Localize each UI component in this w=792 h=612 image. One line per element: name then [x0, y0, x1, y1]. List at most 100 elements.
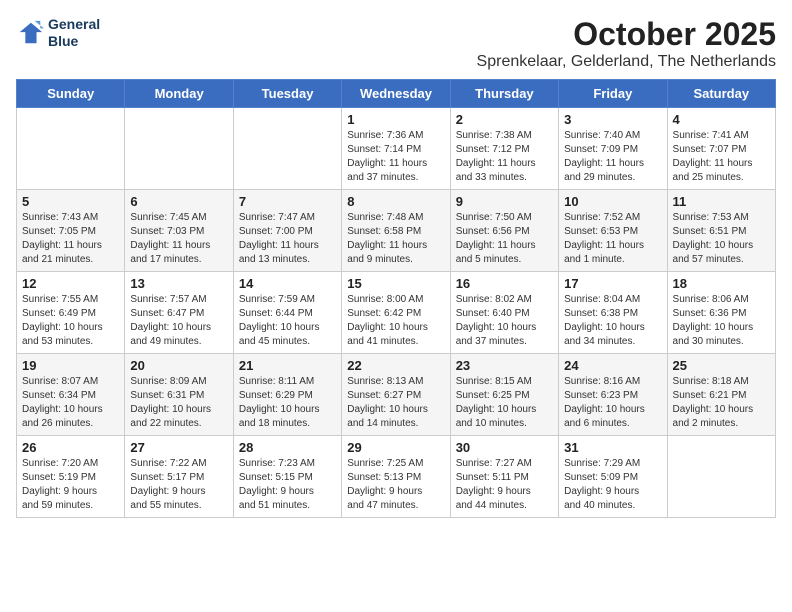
- day-number: 29: [347, 440, 444, 455]
- calendar-cell: 6 Sunrise: 7:45 AM Sunset: 7:03 PM Daylig…: [125, 190, 233, 272]
- calendar-cell: 12 Sunrise: 7:55 AM Sunset: 6:49 PM Dayli…: [17, 272, 125, 354]
- weekday-header-cell: Saturday: [667, 80, 775, 108]
- day-number: 8: [347, 194, 444, 209]
- day-number: 14: [239, 276, 336, 291]
- day-info: Sunrise: 7:43 AM Sunset: 7:05 PM Dayligh…: [22, 211, 119, 267]
- day-info: Sunrise: 8:13 AM Sunset: 6:27 PM Dayligh…: [347, 375, 444, 431]
- day-number: 26: [22, 440, 119, 455]
- day-number: 7: [239, 194, 336, 209]
- day-number: 13: [130, 276, 227, 291]
- page-header: General Blue October 2025 Sprenkelaar, G…: [16, 16, 776, 71]
- calendar-cell: [17, 108, 125, 190]
- calendar-cell: 26 Sunrise: 7:20 AM Sunset: 5:19 PM Dayli…: [17, 436, 125, 518]
- day-number: 10: [564, 194, 661, 209]
- calendar-cell: 30Sunrise: 7:27 AM Sunset: 5:11 PM Dayli…: [450, 436, 558, 518]
- day-info: Sunrise: 8:16 AM Sunset: 6:23 PM Dayligh…: [564, 375, 661, 431]
- weekday-header-cell: Monday: [125, 80, 233, 108]
- calendar-table: SundayMondayTuesdayWednesdayThursdayFrid…: [16, 79, 776, 518]
- day-info: Sunrise: 8:18 AM Sunset: 6:21 PM Dayligh…: [673, 375, 770, 431]
- weekday-header-row: SundayMondayTuesdayWednesdayThursdayFrid…: [17, 80, 776, 108]
- weekday-header-cell: Thursday: [450, 80, 558, 108]
- day-number: 25: [673, 358, 770, 373]
- calendar-cell: 21 Sunrise: 8:11 AM Sunset: 6:29 PM Dayli…: [233, 354, 341, 436]
- calendar-cell: 28 Sunrise: 7:23 AM Sunset: 5:15 PM Dayli…: [233, 436, 341, 518]
- month-title: October 2025: [477, 16, 776, 53]
- calendar-cell: 1Sunrise: 7:36 AM Sunset: 7:14 PM Daylig…: [342, 108, 450, 190]
- day-number: 20: [130, 358, 227, 373]
- calendar-cell: 20Sunrise: 8:09 AM Sunset: 6:31 PM Dayli…: [125, 354, 233, 436]
- day-number: 23: [456, 358, 553, 373]
- day-info: Sunrise: 7:48 AM Sunset: 6:58 PM Dayligh…: [347, 211, 444, 267]
- calendar-week-row: 12 Sunrise: 7:55 AM Sunset: 6:49 PM Dayli…: [17, 272, 776, 354]
- weekday-header-cell: Sunday: [17, 80, 125, 108]
- day-number: 4: [673, 112, 770, 127]
- calendar-cell: 7 Sunrise: 7:47 AM Sunset: 7:00 PM Daylig…: [233, 190, 341, 272]
- day-info: Sunrise: 8:15 AM Sunset: 6:25 PM Dayligh…: [456, 375, 553, 431]
- logo-icon: [16, 19, 44, 47]
- day-number: 30: [456, 440, 553, 455]
- calendar-cell: 4Sunrise: 7:41 AM Sunset: 7:07 PM Daylig…: [667, 108, 775, 190]
- day-info: Sunrise: 7:23 AM Sunset: 5:15 PM Dayligh…: [239, 457, 336, 513]
- day-number: 17: [564, 276, 661, 291]
- day-number: 19: [22, 358, 119, 373]
- day-number: 11: [673, 194, 770, 209]
- calendar-cell: 17 Sunrise: 8:04 AM Sunset: 6:38 PM Dayli…: [559, 272, 667, 354]
- calendar-cell: 31 Sunrise: 7:29 AM Sunset: 5:09 PM Dayli…: [559, 436, 667, 518]
- day-info: Sunrise: 7:22 AM Sunset: 5:17 PM Dayligh…: [130, 457, 227, 513]
- day-info: Sunrise: 7:25 AM Sunset: 5:13 PM Dayligh…: [347, 457, 444, 513]
- calendar-cell: 2Sunrise: 7:38 AM Sunset: 7:12 PM Daylig…: [450, 108, 558, 190]
- calendar-week-row: 26 Sunrise: 7:20 AM Sunset: 5:19 PM Dayli…: [17, 436, 776, 518]
- day-number: 22: [347, 358, 444, 373]
- day-info: Sunrise: 7:47 AM Sunset: 7:00 PM Dayligh…: [239, 211, 336, 267]
- calendar-cell: 11Sunrise: 7:53 AM Sunset: 6:51 PM Dayli…: [667, 190, 775, 272]
- calendar-week-row: 19Sunrise: 8:07 AM Sunset: 6:34 PM Dayli…: [17, 354, 776, 436]
- day-number: 16: [456, 276, 553, 291]
- calendar-week-row: 1Sunrise: 7:36 AM Sunset: 7:14 PM Daylig…: [17, 108, 776, 190]
- day-number: 2: [456, 112, 553, 127]
- weekday-header-cell: Wednesday: [342, 80, 450, 108]
- calendar-cell: 14 Sunrise: 7:59 AM Sunset: 6:44 PM Dayli…: [233, 272, 341, 354]
- day-number: 9: [456, 194, 553, 209]
- calendar-cell: [667, 436, 775, 518]
- calendar-cell: [233, 108, 341, 190]
- logo: General Blue: [16, 16, 100, 50]
- day-number: 3: [564, 112, 661, 127]
- day-number: 27: [130, 440, 227, 455]
- day-number: 21: [239, 358, 336, 373]
- day-info: Sunrise: 7:59 AM Sunset: 6:44 PM Dayligh…: [239, 293, 336, 349]
- day-number: 28: [239, 440, 336, 455]
- calendar-cell: [125, 108, 233, 190]
- day-info: Sunrise: 8:04 AM Sunset: 6:38 PM Dayligh…: [564, 293, 661, 349]
- day-info: Sunrise: 7:20 AM Sunset: 5:19 PM Dayligh…: [22, 457, 119, 513]
- calendar-cell: 23 Sunrise: 8:15 AM Sunset: 6:25 PM Dayli…: [450, 354, 558, 436]
- calendar-cell: 9 Sunrise: 7:50 AM Sunset: 6:56 PM Daylig…: [450, 190, 558, 272]
- calendar-cell: 29 Sunrise: 7:25 AM Sunset: 5:13 PM Dayli…: [342, 436, 450, 518]
- calendar-cell: 27 Sunrise: 7:22 AM Sunset: 5:17 PM Dayli…: [125, 436, 233, 518]
- day-info: Sunrise: 7:29 AM Sunset: 5:09 PM Dayligh…: [564, 457, 661, 513]
- day-number: 24: [564, 358, 661, 373]
- calendar-cell: 8 Sunrise: 7:48 AM Sunset: 6:58 PM Daylig…: [342, 190, 450, 272]
- day-info: Sunrise: 8:06 AM Sunset: 6:36 PM Dayligh…: [673, 293, 770, 349]
- calendar-cell: 19Sunrise: 8:07 AM Sunset: 6:34 PM Dayli…: [17, 354, 125, 436]
- day-info: Sunrise: 7:55 AM Sunset: 6:49 PM Dayligh…: [22, 293, 119, 349]
- calendar-cell: 24 Sunrise: 8:16 AM Sunset: 6:23 PM Dayli…: [559, 354, 667, 436]
- weekday-header-cell: Friday: [559, 80, 667, 108]
- day-number: 12: [22, 276, 119, 291]
- day-info: Sunrise: 7:57 AM Sunset: 6:47 PM Dayligh…: [130, 293, 227, 349]
- day-info: Sunrise: 7:36 AM Sunset: 7:14 PM Dayligh…: [347, 129, 444, 185]
- logo-text-line2: Blue: [48, 33, 100, 50]
- calendar-cell: 5 Sunrise: 7:43 AM Sunset: 7:05 PM Daylig…: [17, 190, 125, 272]
- calendar-cell: 10Sunrise: 7:52 AM Sunset: 6:53 PM Dayli…: [559, 190, 667, 272]
- day-number: 6: [130, 194, 227, 209]
- location-title: Sprenkelaar, Gelderland, The Netherlands: [477, 53, 776, 71]
- calendar-cell: 13 Sunrise: 7:57 AM Sunset: 6:47 PM Dayli…: [125, 272, 233, 354]
- day-number: 5: [22, 194, 119, 209]
- calendar-cell: 25 Sunrise: 8:18 AM Sunset: 6:21 PM Dayli…: [667, 354, 775, 436]
- calendar-body: 1Sunrise: 7:36 AM Sunset: 7:14 PM Daylig…: [17, 108, 776, 518]
- calendar-week-row: 5 Sunrise: 7:43 AM Sunset: 7:05 PM Daylig…: [17, 190, 776, 272]
- day-info: Sunrise: 8:11 AM Sunset: 6:29 PM Dayligh…: [239, 375, 336, 431]
- day-info: Sunrise: 7:45 AM Sunset: 7:03 PM Dayligh…: [130, 211, 227, 267]
- day-info: Sunrise: 7:50 AM Sunset: 6:56 PM Dayligh…: [456, 211, 553, 267]
- weekday-header-cell: Tuesday: [233, 80, 341, 108]
- day-number: 31: [564, 440, 661, 455]
